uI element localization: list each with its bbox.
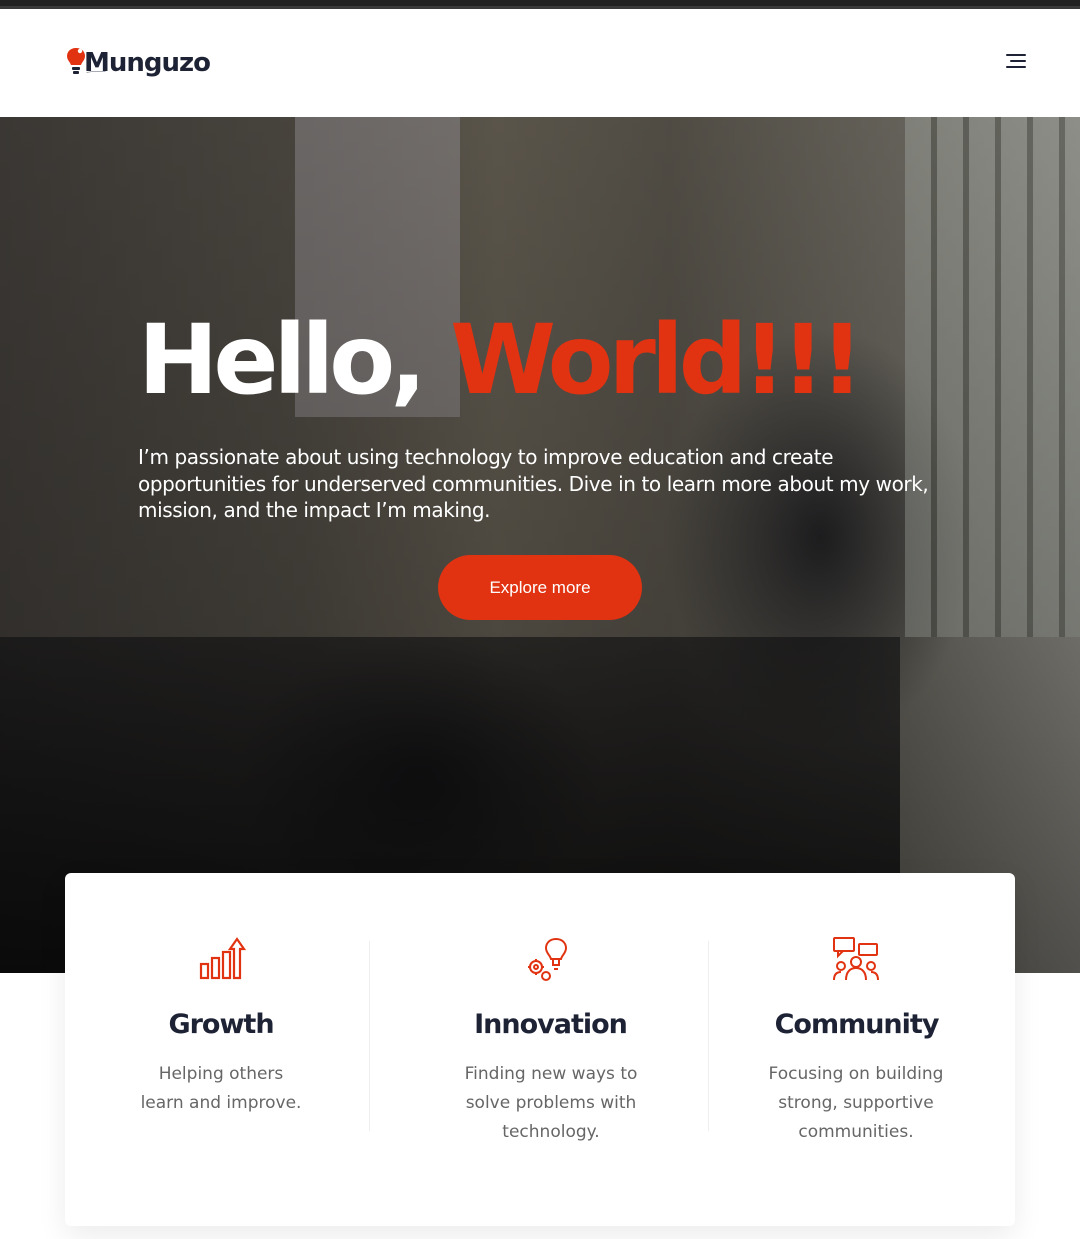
feature-innovation: Innovation Finding new ways to solve pro… bbox=[369, 873, 732, 1226]
feature-community-text: Focusing on building strong, supportive … bbox=[768, 1064, 944, 1142]
top-strip bbox=[0, 0, 1080, 9]
hero-title: Hello, World!!! bbox=[138, 312, 864, 408]
features-card: Growth Helping others learn and improve.… bbox=[65, 873, 1015, 1226]
explore-more-button[interactable]: Explore more bbox=[438, 555, 642, 620]
hero-description: I’m passionate about using technology to… bbox=[138, 445, 929, 522]
logo-lightbulb-icon bbox=[67, 48, 85, 74]
logo-swoosh-icon bbox=[86, 71, 106, 73]
feature-growth-title: Growth bbox=[168, 1009, 274, 1040]
feature-innovation-title: Innovation bbox=[474, 1009, 628, 1040]
feature-growth: Growth Helping others learn and improve. bbox=[65, 873, 377, 1226]
growth-chart-icon bbox=[199, 937, 246, 980]
hero-overlay bbox=[0, 117, 1080, 973]
community-people-icon bbox=[833, 937, 879, 981]
hamburger-menu-icon[interactable] bbox=[1000, 49, 1032, 75]
site-header: Munguzo bbox=[0, 9, 1080, 117]
hero-section: Hello, World!!! I’m passionate about usi… bbox=[0, 117, 1080, 973]
hero-title-hello: Hello, bbox=[138, 304, 427, 416]
hero-title-world: World!!! bbox=[450, 304, 864, 416]
feature-community-title: Community bbox=[774, 1009, 940, 1040]
feature-growth-text: Helping others learn and improve. bbox=[140, 1064, 302, 1113]
feature-innovation-text: Finding new ways to solve problems with … bbox=[464, 1064, 638, 1142]
innovation-lightbulb-gears-icon bbox=[528, 937, 568, 981]
site-logo[interactable]: Munguzo bbox=[66, 41, 211, 85]
feature-community: Community Focusing on building strong, s… bbox=[708, 873, 1005, 1226]
